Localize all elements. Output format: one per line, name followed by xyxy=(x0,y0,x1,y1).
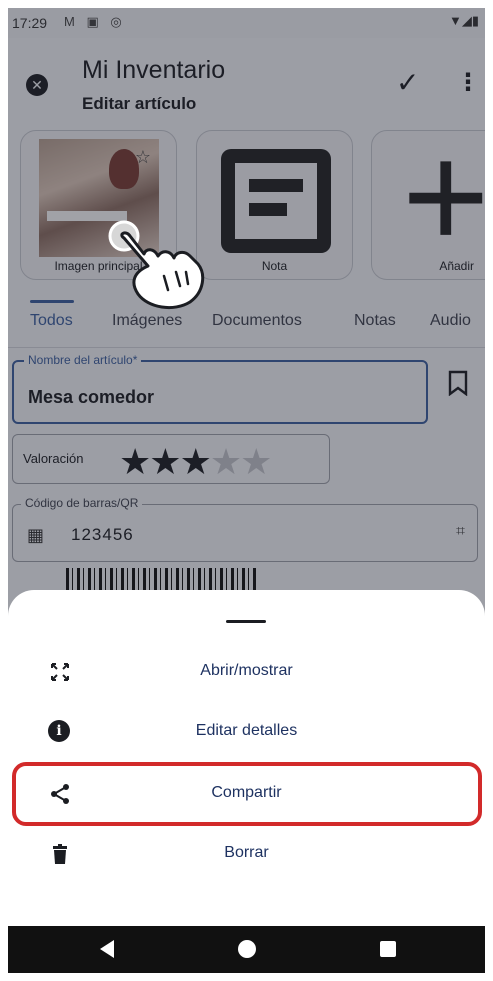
menu-item-share[interactable]: Compartir xyxy=(8,764,485,824)
bottom-sheet: Abrir/mostrar i Editar detalles Comparti… xyxy=(8,590,485,926)
menu-label: Borrar xyxy=(224,844,269,861)
tap-hand-icon xyxy=(108,220,205,310)
menu-item-delete[interactable]: Borrar xyxy=(8,824,485,884)
nav-recents-icon[interactable] xyxy=(380,941,396,957)
phone-screen: 17:29 M ▣ ◎ ▼◢▮ ✕ Mi Inventario Editar a… xyxy=(8,8,485,973)
nav-home-icon[interactable] xyxy=(238,940,256,958)
menu-label: Compartir xyxy=(211,784,282,801)
menu-label: Editar detalles xyxy=(195,722,298,739)
drag-handle[interactable] xyxy=(226,620,266,623)
menu-item-open[interactable]: Abrir/mostrar xyxy=(8,642,485,702)
system-nav-bar xyxy=(8,926,485,973)
nav-back-icon[interactable] xyxy=(100,940,114,958)
menu-label: Abrir/mostrar xyxy=(200,662,293,679)
menu-item-edit-details[interactable]: i Editar detalles xyxy=(8,702,485,762)
